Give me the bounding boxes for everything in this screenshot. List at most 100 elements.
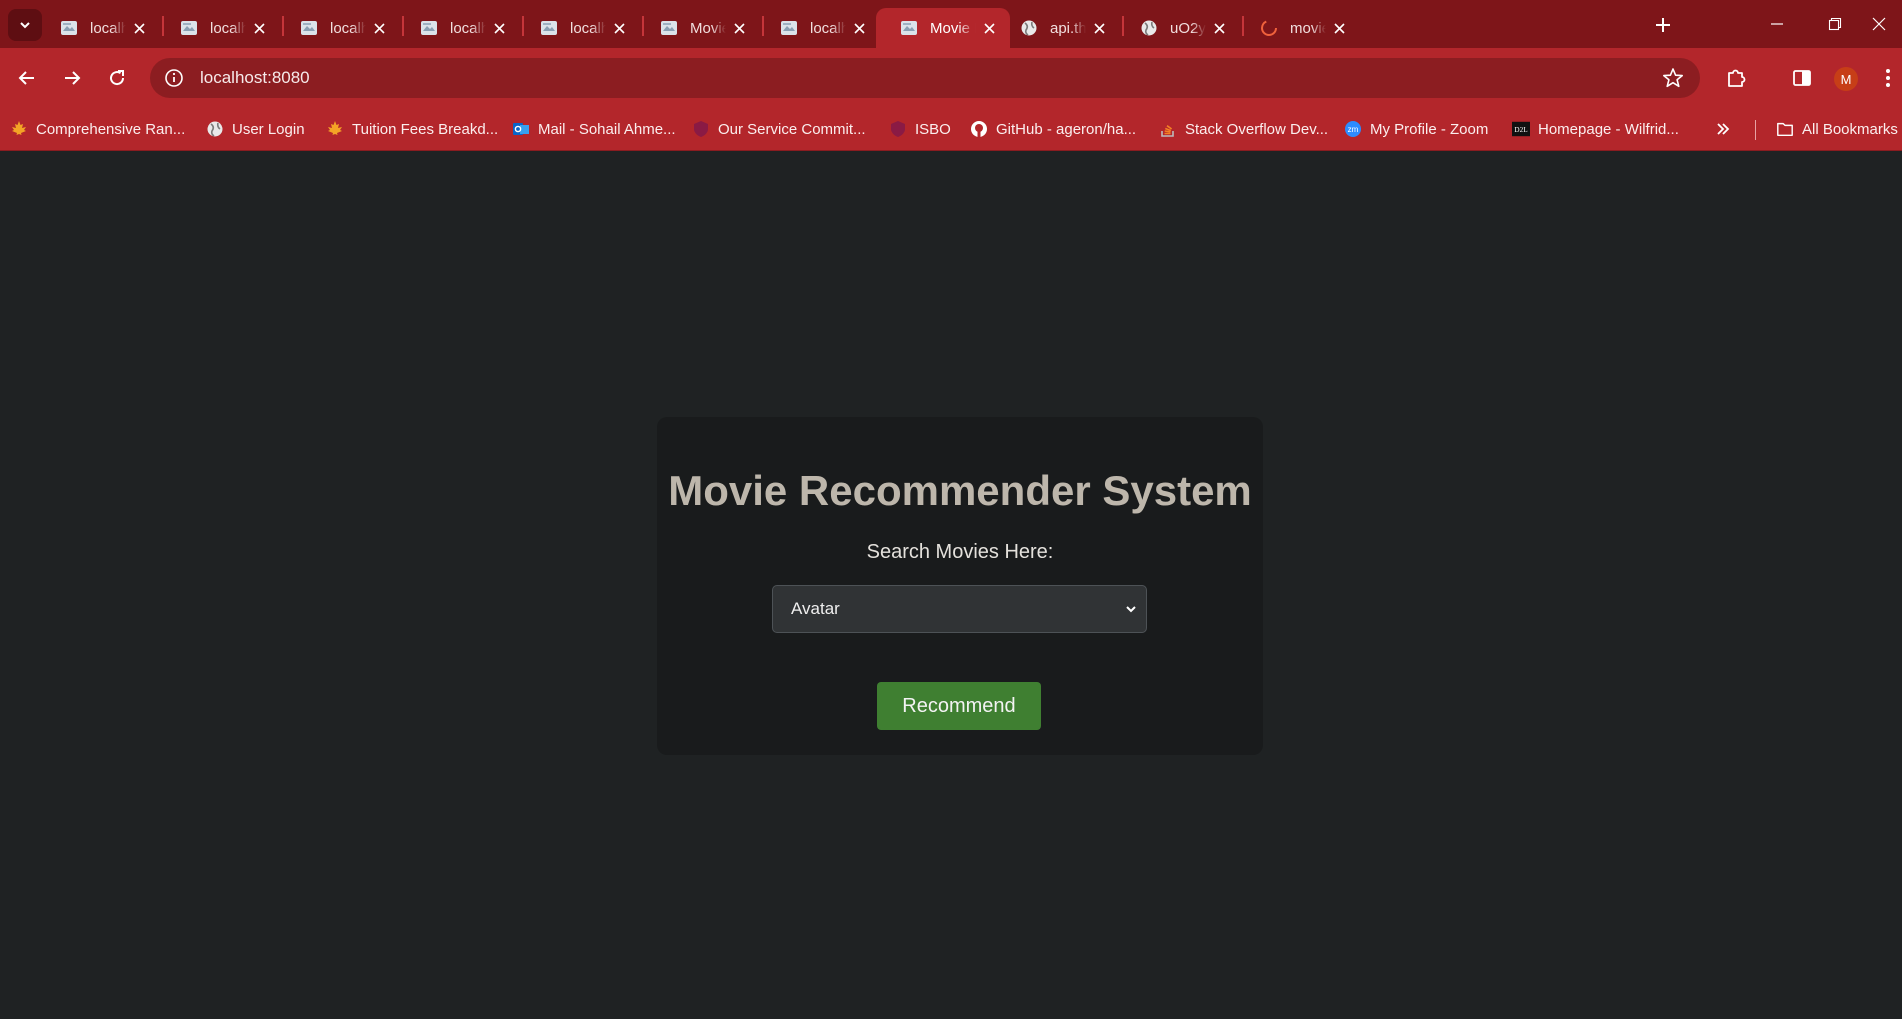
close-window-button[interactable]	[1856, 0, 1902, 48]
close-tab-icon[interactable]	[486, 15, 512, 41]
svg-text:zm: zm	[1348, 125, 1359, 134]
tab-search-button[interactable]	[8, 9, 42, 41]
side-panel-button[interactable]	[1786, 62, 1818, 94]
reload-icon	[110, 70, 125, 86]
back-button[interactable]	[11, 62, 43, 94]
globe-icon	[206, 120, 224, 138]
bookmark-label: Homepage - Wilfrid...	[1538, 120, 1679, 138]
bookmark-label: Stack Overflow Dev...	[1185, 120, 1329, 138]
close-tab-icon[interactable]	[126, 15, 152, 41]
close-tab-icon[interactable]	[976, 15, 1002, 41]
browser-tab[interactable]: localhost:8080	[286, 8, 400, 48]
d2l-icon: D2L	[1512, 120, 1530, 138]
globe-icon	[1140, 19, 1158, 37]
forward-button[interactable]	[56, 62, 88, 94]
close-tab-icon[interactable]	[1326, 15, 1352, 41]
bookmark-item[interactable]: D2L Homepage - Wilfrid...	[1512, 118, 1679, 140]
browser-tab[interactable]: uO2yU3	[1126, 8, 1240, 48]
page-thumbnail-icon	[540, 19, 558, 37]
page-thumbnail-icon	[420, 19, 438, 37]
tab-title: localhost:8080	[570, 19, 606, 37]
tab-title: localhost:8080	[210, 19, 246, 37]
close-tab-icon[interactable]	[1086, 15, 1112, 41]
more-vertical-icon	[1886, 69, 1890, 87]
svg-text:D2L: D2L	[1514, 126, 1527, 134]
zoom-icon: zm	[1344, 120, 1362, 138]
tab-title: Movie Recommender System	[930, 19, 976, 37]
puzzle-icon	[1728, 69, 1746, 87]
bookmark-item[interactable]: zm My Profile - Zoom	[1344, 118, 1488, 140]
movie-select-value: Avatar	[791, 599, 840, 618]
browser-tab[interactable]: localhost:8080	[766, 8, 880, 48]
bookmark-item[interactable]: User Login	[206, 118, 305, 140]
search-label: Search Movies Here:	[866, 541, 1054, 563]
bookmark-item[interactable]: Tuition Fees Breakd...	[326, 118, 498, 140]
recommend-button[interactable]: Recommend	[877, 682, 1041, 730]
plus-icon	[1656, 18, 1670, 32]
tab-separator	[282, 16, 284, 36]
browser-tab[interactable]: localhost:8080	[166, 8, 280, 48]
page-thumbnail-icon	[300, 19, 318, 37]
browser-tab[interactable]: localhost:8080	[406, 8, 520, 48]
double-chevron-right-icon	[1717, 123, 1730, 135]
tab-title: Movie Recommender System	[690, 19, 726, 37]
browser-menu-button[interactable]	[1876, 62, 1900, 94]
tab-title: localhost:8080	[90, 19, 126, 37]
browser-tab[interactable]: movie-recommender	[1246, 8, 1360, 48]
tab-separator	[642, 16, 644, 36]
address-bar[interactable]: localhost:8080	[150, 58, 1700, 98]
browser-tab[interactable]: Movie Recommender System	[876, 8, 1010, 48]
minimize-button[interactable]	[1748, 0, 1806, 48]
bookmark-star-icon[interactable]	[1662, 67, 1684, 89]
browser-tab[interactable]: localhost:8080	[526, 8, 640, 48]
site-info-icon[interactable]	[164, 68, 184, 88]
recommender-card: Movie Recommender System Search Movies H…	[657, 417, 1263, 755]
close-tab-icon[interactable]	[606, 15, 632, 41]
arrow-left-icon	[18, 71, 34, 85]
github-icon	[970, 120, 988, 138]
bookmark-label: My Profile - Zoom	[1370, 120, 1489, 138]
bookmark-item[interactable]: Our Service Commit...	[692, 118, 866, 140]
shield-icon	[889, 120, 907, 138]
tab-separator	[162, 16, 164, 36]
bookmarks-bar: Comprehensive Ran... User Login Tuition Fe…	[0, 108, 1902, 151]
page-thumbnail-icon	[180, 19, 198, 37]
bookmark-label: Our Service Commit...	[718, 120, 866, 138]
bookmark-item[interactable]: Comprehensive Ran...	[10, 118, 185, 140]
browser-tab[interactable]: localhost:8080	[46, 8, 160, 48]
page-thumbnail-icon	[780, 19, 798, 37]
extensions-button[interactable]	[1720, 62, 1752, 94]
tab-title: api.themoviedb.org	[1050, 19, 1086, 37]
tab-strip: localhost:8080 localhost:8080 localhost:80…	[0, 0, 1902, 48]
page-thumbnail-icon	[660, 19, 678, 37]
browser-tab[interactable]: api.themoviedb.org	[1006, 8, 1120, 48]
globe-icon	[1020, 19, 1038, 37]
close-tab-icon[interactable]	[366, 15, 392, 41]
loading-spinner-icon	[1260, 19, 1278, 37]
all-bookmarks-folder[interactable]: All Bookmarks	[1776, 118, 1898, 140]
chevron-down-icon	[1122, 600, 1140, 618]
bookmarks-divider	[1755, 120, 1756, 140]
more-bookmarks-button[interactable]	[1716, 118, 1730, 140]
bookmark-label: Comprehensive Ran...	[36, 120, 186, 138]
close-tab-icon[interactable]	[846, 15, 872, 41]
arrow-right-icon	[65, 71, 81, 85]
browser-tab[interactable]: Movie Recommender System	[646, 8, 760, 48]
close-tab-icon[interactable]	[246, 15, 272, 41]
bookmark-item[interactable]: Stack Overflow Dev...	[1159, 118, 1328, 140]
tab-title: localhost:8080	[330, 19, 366, 37]
bookmark-item[interactable]: GitHub - ageron/ha...	[970, 118, 1136, 140]
movie-select[interactable]: Avatar	[772, 585, 1147, 633]
page-title: Movie Recommender System	[668, 467, 1252, 514]
close-tab-icon[interactable]	[726, 15, 752, 41]
reload-button[interactable]	[101, 62, 133, 94]
maple-leaf-icon	[326, 120, 344, 138]
bookmark-label: Mail - Sohail Ahme...	[538, 120, 676, 138]
bookmark-item[interactable]: Mail - Sohail Ahme...	[512, 118, 676, 140]
address-url[interactable]: localhost:8080	[200, 68, 310, 88]
page-thumbnail-icon	[60, 19, 78, 37]
new-tab-button[interactable]	[1648, 10, 1678, 40]
profile-avatar[interactable]: M	[1834, 67, 1858, 91]
close-tab-icon[interactable]	[1206, 15, 1232, 41]
bookmark-item[interactable]: ISBO	[889, 118, 951, 140]
